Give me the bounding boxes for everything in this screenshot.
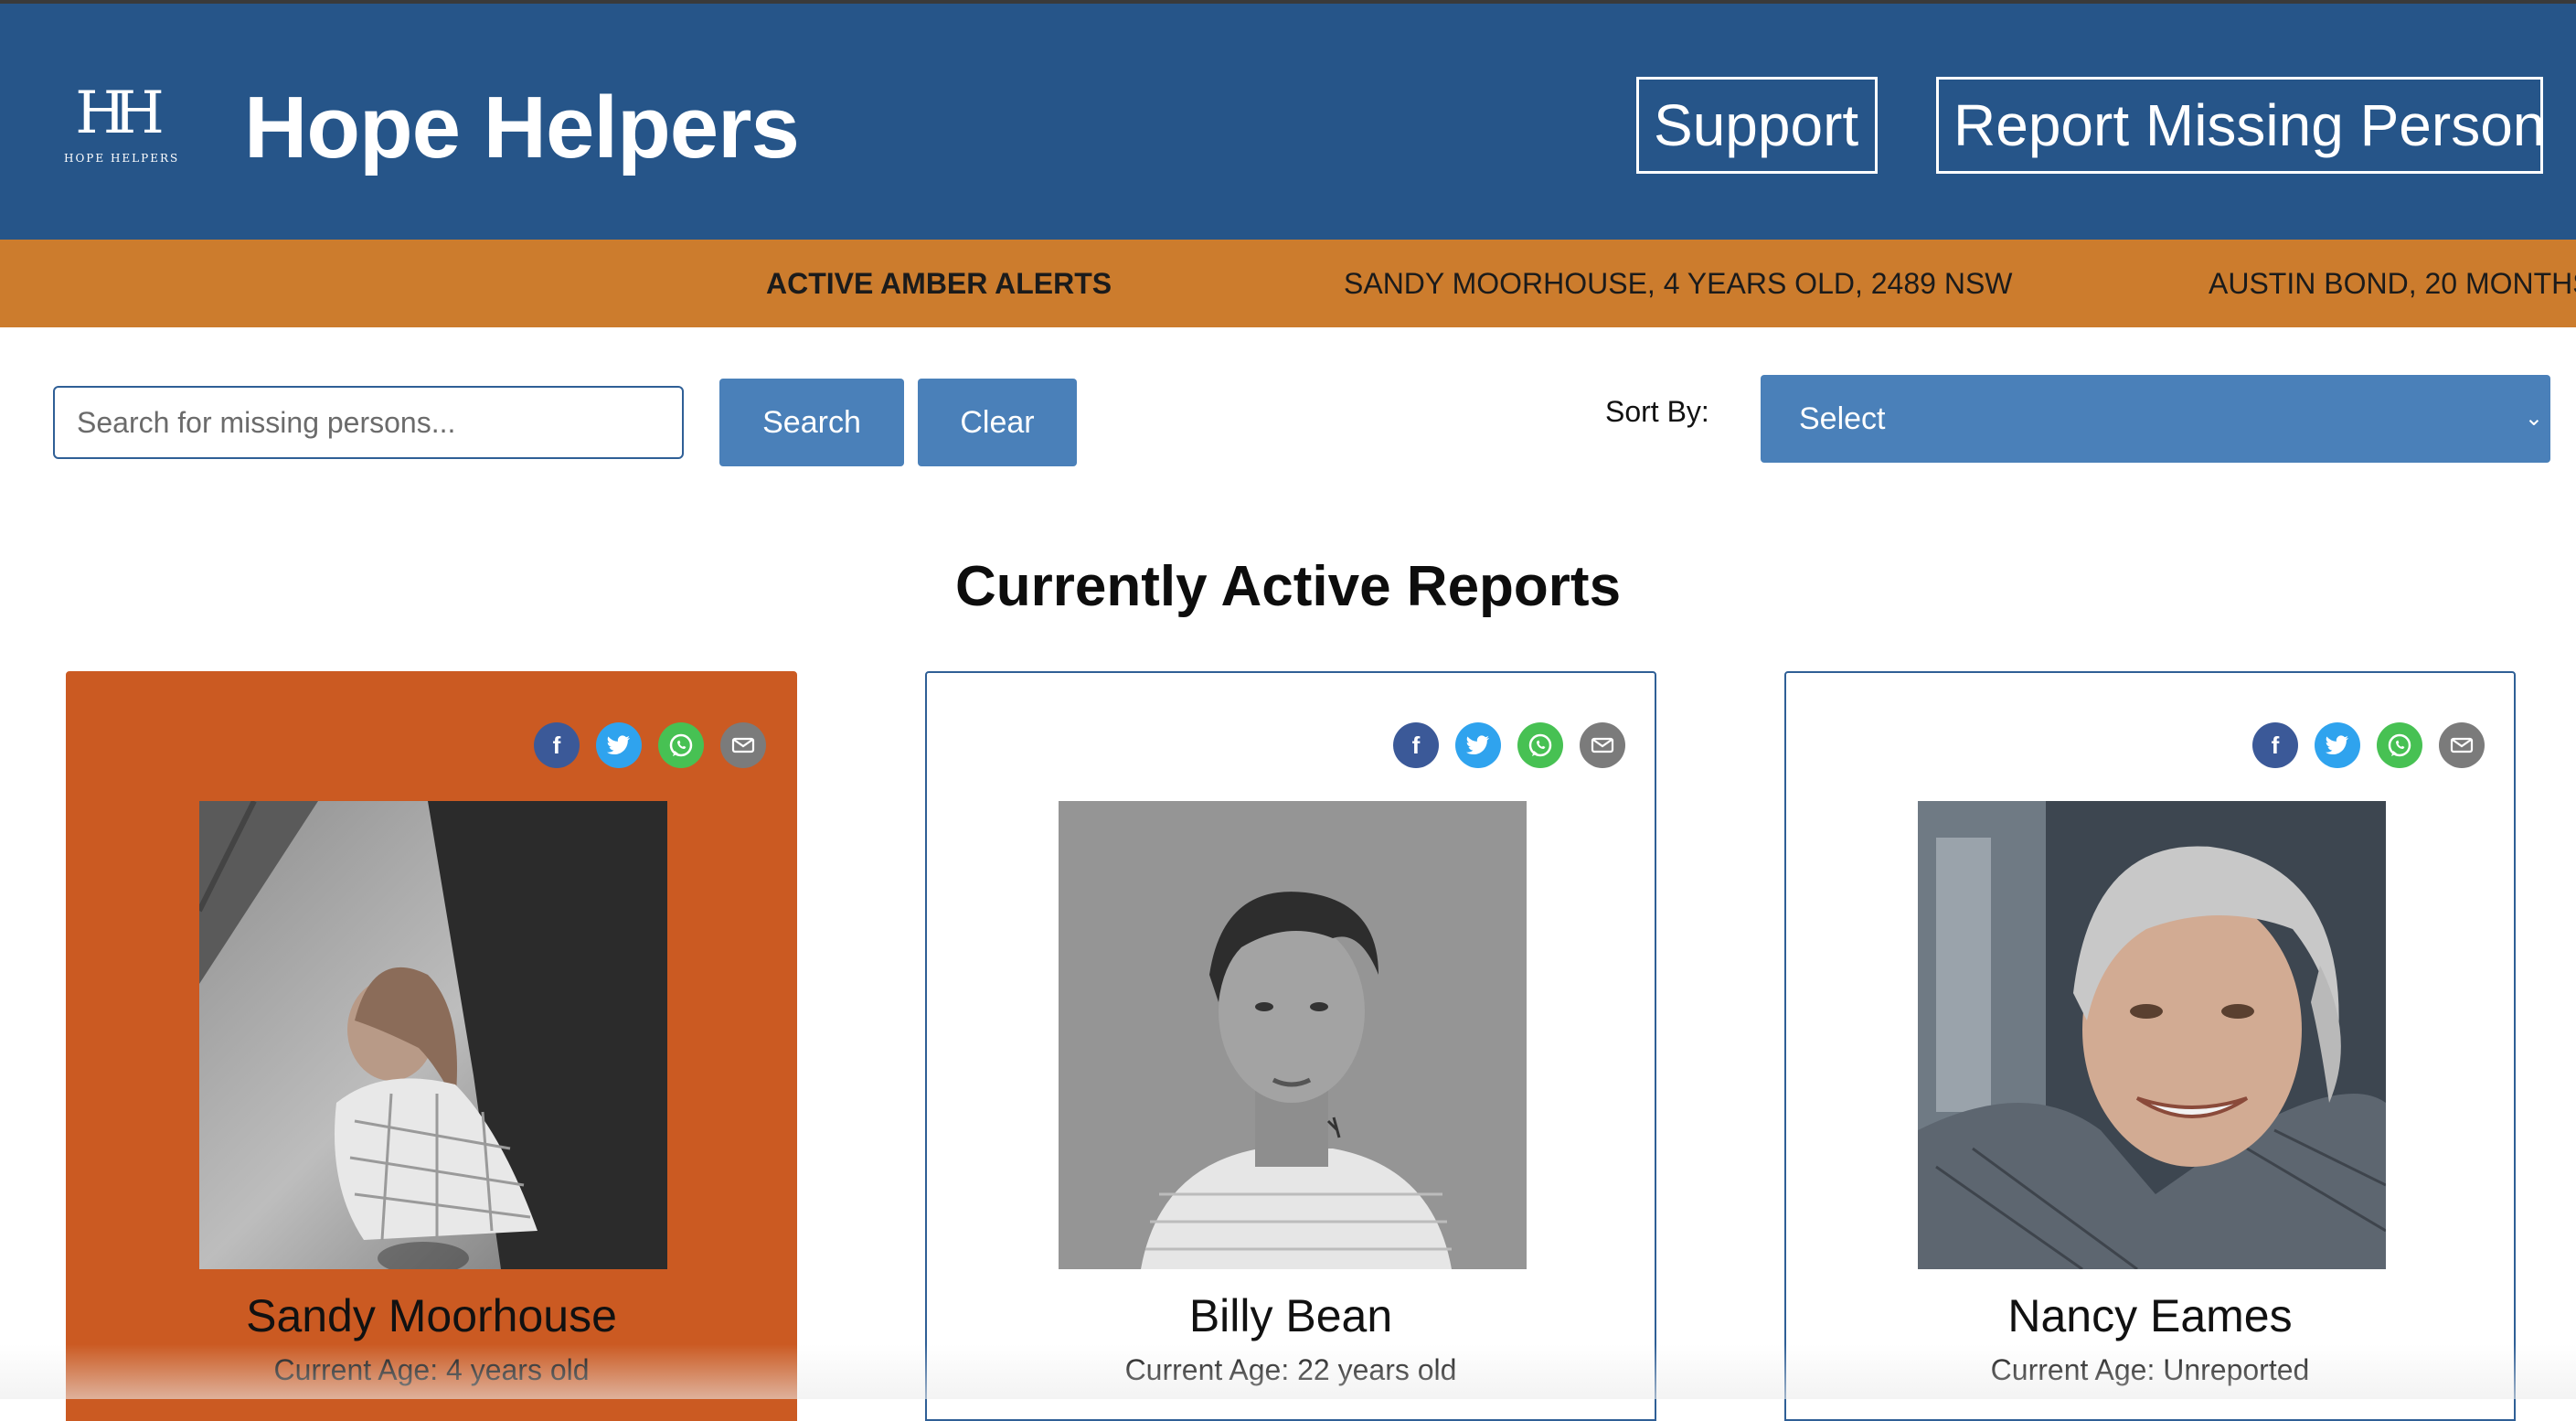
logo-text: HOPE HELPERS [64,152,180,165]
ticker-item: SANDY MOORHOUSE, 4 YEARS OLD, 2489 NSW [1344,267,2013,300]
whatsapp-icon[interactable] [2377,722,2422,768]
ticker-item: AUSTIN BOND, 20 MONTHS [2209,267,2576,300]
person-name: Nancy Eames [2007,1290,2293,1341]
support-button[interactable]: Support [1636,77,1878,174]
email-icon[interactable] [720,722,766,768]
sort-by-label: Sort By: [1605,395,1709,428]
section-title: Currently Active Reports [954,555,1622,618]
person-age: Current Age: 4 years old [273,1353,590,1386]
report-missing-person-button[interactable]: Report Missing Person [1936,77,2545,174]
twitter-icon[interactable] [2315,722,2360,768]
person-name: Billy Bean [1188,1290,1393,1341]
whatsapp-icon[interactable] [1517,722,1563,768]
person-name: Sandy Moorhouse [246,1290,617,1341]
person-age: Current Age: Unreported [1990,1353,2310,1386]
site-title[interactable]: Hope Helpers [244,73,800,183]
twitter-icon[interactable] [1455,722,1501,768]
person-photo[interactable] [199,801,667,1269]
facebook-icon[interactable]: f [534,722,580,768]
facebook-icon[interactable]: f [1393,722,1439,768]
logo-mark: HH [75,80,165,147]
email-icon[interactable] [1580,722,1625,768]
chevron-down-icon: ⌄ [2524,406,2543,431]
person-photo[interactable] [1918,801,2386,1269]
share-icons: f [2252,722,2485,768]
amber-alert-ticker: ACTIVE AMBER ALERTS SANDY MOORHOUSE, 4 Y… [0,240,2576,327]
search-button[interactable]: Search [719,379,904,466]
ticker-heading: ACTIVE AMBER ALERTS [766,267,1112,300]
clear-button[interactable]: Clear [918,379,1077,466]
twitter-icon[interactable] [596,722,642,768]
report-card[interactable]: f Billy Bean Current Age: 22 years old [925,671,1656,1421]
sort-select-value: Select [1799,401,1886,436]
site-header: HH HOPE HELPERS Hope Helpers Support Rep… [0,0,2576,240]
email-icon[interactable] [2439,722,2485,768]
share-icons: f [1393,722,1625,768]
person-age: Current Age: 22 years old [1124,1353,1457,1386]
person-photo[interactable] [1059,801,1527,1269]
whatsapp-icon[interactable] [658,722,704,768]
report-card[interactable]: f Sandy Moorhouse Current Age: 4 years o… [66,671,797,1421]
report-card[interactable]: f Nancy Eames Current Age: Unreported [1784,671,2516,1421]
search-input[interactable] [53,386,684,459]
site-logo[interactable]: HH HOPE HELPERS [64,84,180,176]
facebook-icon[interactable]: f [2252,722,2298,768]
share-icons: f [534,722,766,768]
sort-by-select[interactable]: Select ⌄ [1761,375,2550,463]
